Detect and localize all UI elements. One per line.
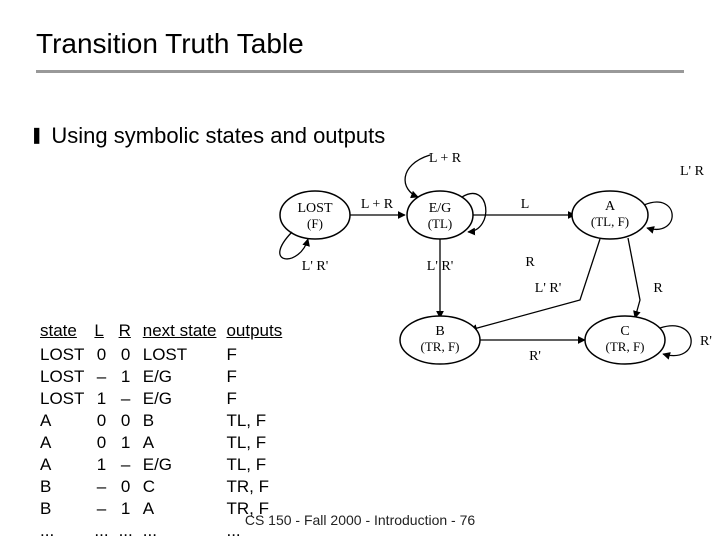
table-cell: B: [143, 410, 227, 432]
edge-b-c: R': [529, 349, 541, 364]
state-c-line1: C: [620, 324, 629, 339]
bullet: ❚ Using symbolic states and outputs: [30, 122, 385, 150]
table-cell: F: [226, 366, 292, 388]
title-underline: [36, 70, 684, 73]
table-cell: 0: [94, 432, 118, 454]
table-cell: A: [40, 410, 94, 432]
table-cell: TL, F: [226, 454, 292, 476]
table-cell: TL, F: [226, 410, 292, 432]
table-cell: 1: [94, 454, 118, 476]
state-eg-line1: E/G: [429, 201, 452, 216]
table-cell: TR, F: [226, 476, 292, 498]
edge-eg-a: L: [521, 197, 530, 212]
table-cell: LOST: [143, 344, 227, 366]
table-cell: F: [226, 388, 292, 410]
table-header-row: state L R next state outputs: [40, 320, 292, 344]
table-cell: E/G: [143, 454, 227, 476]
table-cell: TL, F: [226, 432, 292, 454]
table-cell: A: [143, 432, 227, 454]
state-lost-line1: LOST: [298, 201, 333, 216]
edge-b-from-a-R: R: [525, 255, 535, 270]
state-a-line1: A: [605, 199, 616, 214]
table-cell: E/G: [143, 366, 227, 388]
th-next: next state: [143, 320, 227, 344]
state-b-line2: (TR, F): [421, 339, 460, 354]
table-cell: C: [143, 476, 227, 498]
state-b-line1: B: [435, 324, 444, 339]
page-title: Transition Truth Table: [36, 28, 304, 60]
edge-c-self: R': [700, 334, 712, 349]
th-R: R: [119, 320, 143, 344]
bullet-text: Using symbolic states and outputs: [51, 122, 385, 150]
table-cell: –: [119, 454, 143, 476]
edge-c-a-R: R: [653, 281, 663, 296]
table-cell: –: [119, 388, 143, 410]
table-cell: 1: [119, 366, 143, 388]
table-row: A1–E/GTL, F: [40, 454, 292, 476]
table-cell: 0: [119, 476, 143, 498]
table-cell: E/G: [143, 388, 227, 410]
table-cell: A: [40, 432, 94, 454]
edge-lost-eg: L + R: [361, 197, 394, 212]
table-cell: 0: [119, 344, 143, 366]
edge-eg-lrr: L' R': [427, 259, 453, 274]
bullet-marker: ❚: [30, 122, 43, 150]
edge-a-b-lrr: L' R': [535, 281, 561, 296]
table-cell: 0: [119, 410, 143, 432]
table-row: B–0CTR, F: [40, 476, 292, 498]
state-lost-line2: (F): [307, 216, 323, 231]
edge-a-self: L' R: [680, 164, 705, 179]
table-cell: 1: [119, 432, 143, 454]
table-cell: LOST: [40, 366, 94, 388]
table-cell: 1: [94, 388, 118, 410]
table-row: LOST–1E/GF: [40, 366, 292, 388]
state-c-line2: (TR, F): [606, 339, 645, 354]
footer: CS 150 - Fall 2000 - Introduction - 76: [0, 512, 720, 528]
table-cell: LOST: [40, 388, 94, 410]
table-cell: B: [40, 476, 94, 498]
state-a-line2: (TL, F): [591, 214, 629, 229]
table-cell: –: [94, 366, 118, 388]
table-row: LOST00LOSTF: [40, 344, 292, 366]
table-cell: 0: [94, 344, 118, 366]
edge-eg-top: L + R: [429, 151, 462, 166]
table-row: A00BTL, F: [40, 410, 292, 432]
th-state: state: [40, 320, 94, 344]
table-cell: LOST: [40, 344, 94, 366]
table-cell: 0: [94, 410, 118, 432]
truth-table: state L R next state outputs LOST00LOSTF…: [40, 320, 292, 542]
table-cell: –: [94, 476, 118, 498]
th-L: L: [94, 320, 118, 344]
state-eg-line2: (TL): [428, 216, 453, 231]
edge-lost-lrr: L' R': [302, 259, 328, 274]
table-cell: F: [226, 344, 292, 366]
table-cell: A: [40, 454, 94, 476]
th-out: outputs: [226, 320, 292, 344]
table-row: LOST1–E/GF: [40, 388, 292, 410]
table-row: A01ATL, F: [40, 432, 292, 454]
